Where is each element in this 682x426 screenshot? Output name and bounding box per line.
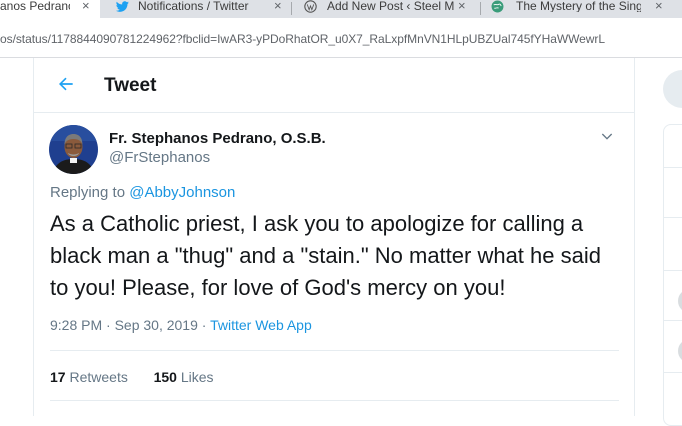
url-text[interactable]: os/status/1178844090781224962?fbclid=IwA… xyxy=(0,32,605,46)
retweets-stat[interactable]: 17 Retweets xyxy=(50,369,128,385)
tab-close-icon[interactable]: × xyxy=(655,0,663,12)
page-title: Tweet xyxy=(104,75,157,96)
tab-label: The Mystery of the Sing xyxy=(516,0,641,12)
tweet-header: Tweet xyxy=(34,58,634,113)
avatar[interactable] xyxy=(678,339,682,363)
divider xyxy=(664,372,682,373)
browser-tab-steel[interactable]: Add New Post ‹ Steel M × xyxy=(292,0,480,18)
browser-tab-twitter[interactable]: Notifications / Twitter × xyxy=(100,0,292,18)
tweet-text: As a Catholic priest, I ask you to apolo… xyxy=(50,211,601,300)
likes-count: 150 xyxy=(153,369,177,385)
replying-prefix: Replying to xyxy=(50,184,126,201)
tab-label: Notifications / Twitter xyxy=(138,0,249,12)
mention-link[interactable]: @AbbyJohnson xyxy=(129,184,235,201)
likes-stat[interactable]: 150 Likes xyxy=(154,369,214,385)
retweets-count: 17 xyxy=(50,369,66,385)
divider xyxy=(50,400,619,401)
tweet-meta: 9:28 PM · Sep 30, 2019 · Twitter Web App xyxy=(50,317,312,333)
address-bar[interactable]: os/status/1178844090781224962?fbclid=IwA… xyxy=(0,18,682,58)
sidebar-card xyxy=(663,124,682,426)
back-arrow-icon[interactable] xyxy=(56,74,76,94)
tweet-column: Tweet Fr. Stephanos Pedrano, O.S.B. @FrS… xyxy=(33,58,635,416)
site-globe-icon xyxy=(491,0,504,13)
tab-close-icon[interactable]: × xyxy=(82,0,90,12)
tab-close-icon[interactable]: × xyxy=(274,0,282,12)
tab-close-icon[interactable]: × xyxy=(458,0,466,12)
browser-tab-active[interactable]: anos Pedrano × xyxy=(0,0,100,18)
wordpress-icon xyxy=(304,0,317,13)
divider xyxy=(50,350,619,351)
tab-label: Add New Post ‹ Steel M xyxy=(327,0,455,12)
chevron-down-icon[interactable] xyxy=(599,128,615,144)
avatar[interactable] xyxy=(678,289,682,313)
search-box[interactable] xyxy=(663,70,682,108)
retweets-label: Retweets xyxy=(69,369,128,385)
divider xyxy=(664,167,682,168)
divider xyxy=(664,320,682,321)
tweet-stats: 17 Retweets 150 Likes xyxy=(50,369,214,385)
tab-label: anos Pedrano xyxy=(0,0,70,12)
tweet-timestamp[interactable]: 9:28 PM · Sep 30, 2019 · xyxy=(50,317,210,333)
twitter-bird-icon xyxy=(116,1,129,12)
likes-label: Likes xyxy=(180,369,214,385)
twitter-page: Tweet Fr. Stephanos Pedrano, O.S.B. @FrS… xyxy=(0,58,682,426)
browser-tab-mystery[interactable]: The Mystery of the Sing × xyxy=(481,0,682,18)
replying-to: Replying to @AbbyJohnson xyxy=(50,184,235,201)
divider xyxy=(664,270,682,271)
tweet-source-link[interactable]: Twitter Web App xyxy=(210,317,312,333)
author-name[interactable]: Fr. Stephanos Pedrano, O.S.B. xyxy=(109,130,326,147)
avatar[interactable] xyxy=(49,125,98,174)
author-handle[interactable]: @FrStephanos xyxy=(109,149,210,166)
divider xyxy=(664,217,682,218)
browser-tab-strip: anos Pedrano × Notifications / Twitter ×… xyxy=(0,0,682,18)
